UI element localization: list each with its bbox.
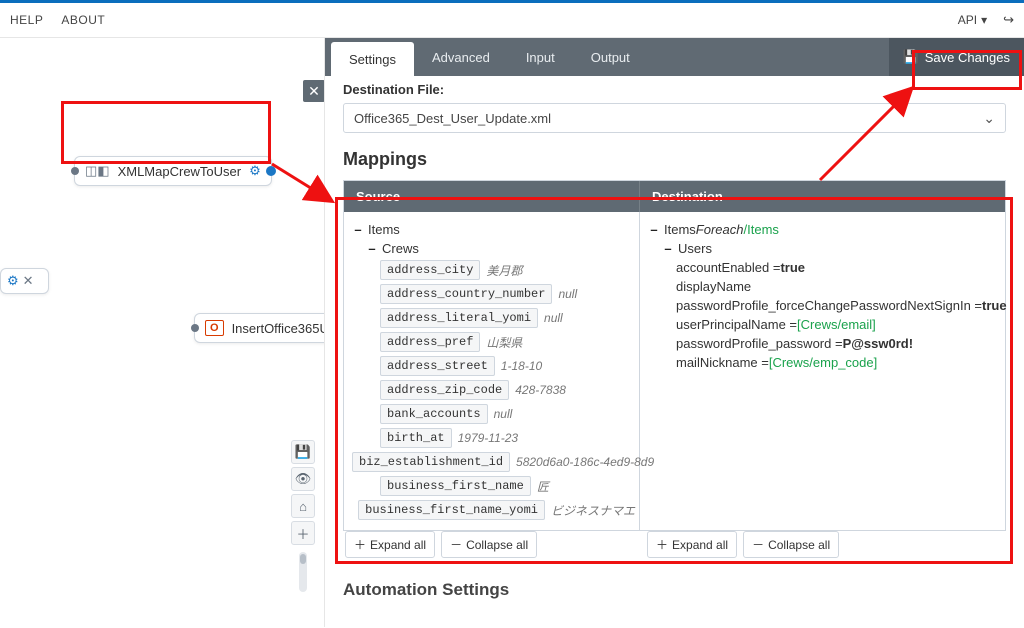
field-chip[interactable]: bank_accounts: [380, 404, 488, 424]
close-panel-button[interactable]: ✕: [303, 80, 325, 102]
expand-all-dest-button[interactable]: ＋Expand all: [647, 531, 737, 558]
tree-row[interactable]: birth_at1979-11-23: [352, 426, 635, 450]
collapse-icon[interactable]: –: [352, 222, 364, 237]
field-chip[interactable]: address_country_number: [380, 284, 552, 304]
save-icon: 💾: [903, 49, 919, 65]
tree-row[interactable]: accountEnabled = true: [648, 258, 1007, 277]
field-chip[interactable]: business_first_name: [380, 476, 531, 496]
field-chip[interactable]: address_zip_code: [380, 380, 509, 400]
api-menu[interactable]: API▾: [958, 13, 987, 27]
collapse-icon[interactable]: –: [648, 222, 660, 237]
gear-icon[interactable]: ⚙: [7, 273, 19, 289]
map-icon: ◫◧: [85, 163, 110, 179]
tab-advanced[interactable]: Advanced: [414, 38, 508, 76]
destination-file-select[interactable]: Office365_Dest_User_Update.xml ⌄: [343, 103, 1006, 133]
col-source: Source: [344, 181, 640, 212]
automation-settings-title: Automation Settings: [343, 580, 1006, 600]
topbar: HELP ABOUT API▾ ↪: [0, 0, 1024, 38]
collapse-all-source-button[interactable]: －Collapse all: [441, 531, 537, 558]
col-destination: Destination: [640, 181, 1005, 212]
tree-row[interactable]: biz_establishment_id5820d6a0-186c-4ed9-8…: [352, 450, 635, 474]
collapse-icon[interactable]: –: [366, 241, 378, 256]
tree-row[interactable]: business_first_name_yomiビジネスナマエ: [352, 498, 635, 522]
tabstrip: Settings Advanced Input Output 💾 Save Ch…: [325, 38, 1024, 76]
tree-row[interactable]: address_pref山梨県: [352, 330, 635, 354]
field-chip[interactable]: address_literal_yomi: [380, 308, 538, 328]
zoom-in-button[interactable]: ＋: [291, 521, 315, 545]
chevron-down-icon: ⌄: [983, 110, 995, 127]
tree-row[interactable]: address_literal_yominull: [352, 306, 635, 330]
source-tree[interactable]: –Items–Crewsaddress_city美月郡address_count…: [344, 212, 640, 530]
mappings-table: Source Destination –Items–Crewsaddress_c…: [343, 180, 1006, 531]
flow-canvas[interactable]: ◫◧ XMLMapCrewToUser ⚙ ⚙ ✕ O InsertOffice…: [0, 38, 324, 627]
preview-button[interactable]: 👁: [291, 467, 315, 491]
save-changes-button[interactable]: 💾 Save Changes: [889, 38, 1024, 76]
office365-icon: O: [205, 320, 224, 336]
close-icon[interactable]: ✕: [23, 273, 34, 289]
field-chip[interactable]: biz_establishment_id: [352, 452, 510, 472]
tree-row[interactable]: –Items: [352, 220, 635, 239]
field-chip[interactable]: business_first_name_yomi: [358, 500, 545, 520]
field-chip[interactable]: address_pref: [380, 332, 480, 352]
port-in[interactable]: [71, 167, 79, 175]
port-out[interactable]: [266, 166, 276, 176]
chevron-down-icon: ▾: [981, 13, 987, 27]
tree-row[interactable]: mailNickname = [Crews/emp_code]: [648, 353, 1007, 372]
panel-body: Destination File: Office365_Dest_User_Up…: [325, 76, 1024, 627]
field-chip[interactable]: address_city: [380, 260, 480, 280]
save-view-button[interactable]: 💾: [291, 440, 315, 464]
signout-icon[interactable]: ↪: [1003, 12, 1014, 28]
help-link[interactable]: HELP: [10, 13, 43, 27]
tree-row[interactable]: passwordProfile_forceChangePasswordNextS…: [648, 296, 1007, 315]
tree-row[interactable]: –Users: [648, 239, 1007, 258]
mappings-title: Mappings: [343, 149, 1006, 170]
node-label: XMLMapCrewToUser: [118, 164, 242, 179]
home-button[interactable]: ⌂: [291, 494, 315, 518]
tree-row[interactable]: –Crews: [352, 239, 635, 258]
tree-row[interactable]: passwordProfile_password = P@ssw0rd!: [648, 334, 1007, 353]
canvas-tool-strip: 💾 👁 ⌂ ＋: [289, 440, 317, 592]
tree-row[interactable]: –Items Foreach /Items: [648, 220, 1007, 239]
destination-file-label: Destination File:: [343, 82, 1006, 97]
port-in[interactable]: [191, 324, 199, 332]
node-entry[interactable]: ⚙ ✕: [0, 268, 49, 294]
tab-output[interactable]: Output: [573, 38, 648, 76]
tree-row[interactable]: address_street1-18-10: [352, 354, 635, 378]
tree-row[interactable]: address_country_numbernull: [352, 282, 635, 306]
tree-row[interactable]: business_first_name匠: [352, 474, 635, 498]
tab-settings[interactable]: Settings: [331, 42, 414, 76]
node-xmlmapcrewtouser[interactable]: ◫◧ XMLMapCrewToUser ⚙: [74, 156, 272, 186]
about-link[interactable]: ABOUT: [61, 13, 105, 27]
tree-row[interactable]: userPrincipalName = [Crews/email]: [648, 315, 1007, 334]
gear-icon[interactable]: ⚙: [249, 163, 261, 179]
tree-row[interactable]: bank_accountsnull: [352, 402, 635, 426]
zoom-slider[interactable]: [299, 552, 307, 592]
tab-input[interactable]: Input: [508, 38, 573, 76]
collapse-icon[interactable]: –: [662, 241, 674, 256]
properties-panel: Settings Advanced Input Output 💾 Save Ch…: [324, 38, 1024, 627]
collapse-all-dest-button[interactable]: －Collapse all: [743, 531, 839, 558]
destination-tree[interactable]: –Items Foreach /Items–UsersaccountEnable…: [640, 212, 1011, 530]
field-chip[interactable]: birth_at: [380, 428, 452, 448]
tree-row[interactable]: address_city美月郡: [352, 258, 635, 282]
tree-row[interactable]: displayName: [648, 277, 1007, 296]
expand-all-source-button[interactable]: ＋Expand all: [345, 531, 435, 558]
field-chip[interactable]: address_street: [380, 356, 495, 376]
tree-row[interactable]: address_zip_code428-7838: [352, 378, 635, 402]
